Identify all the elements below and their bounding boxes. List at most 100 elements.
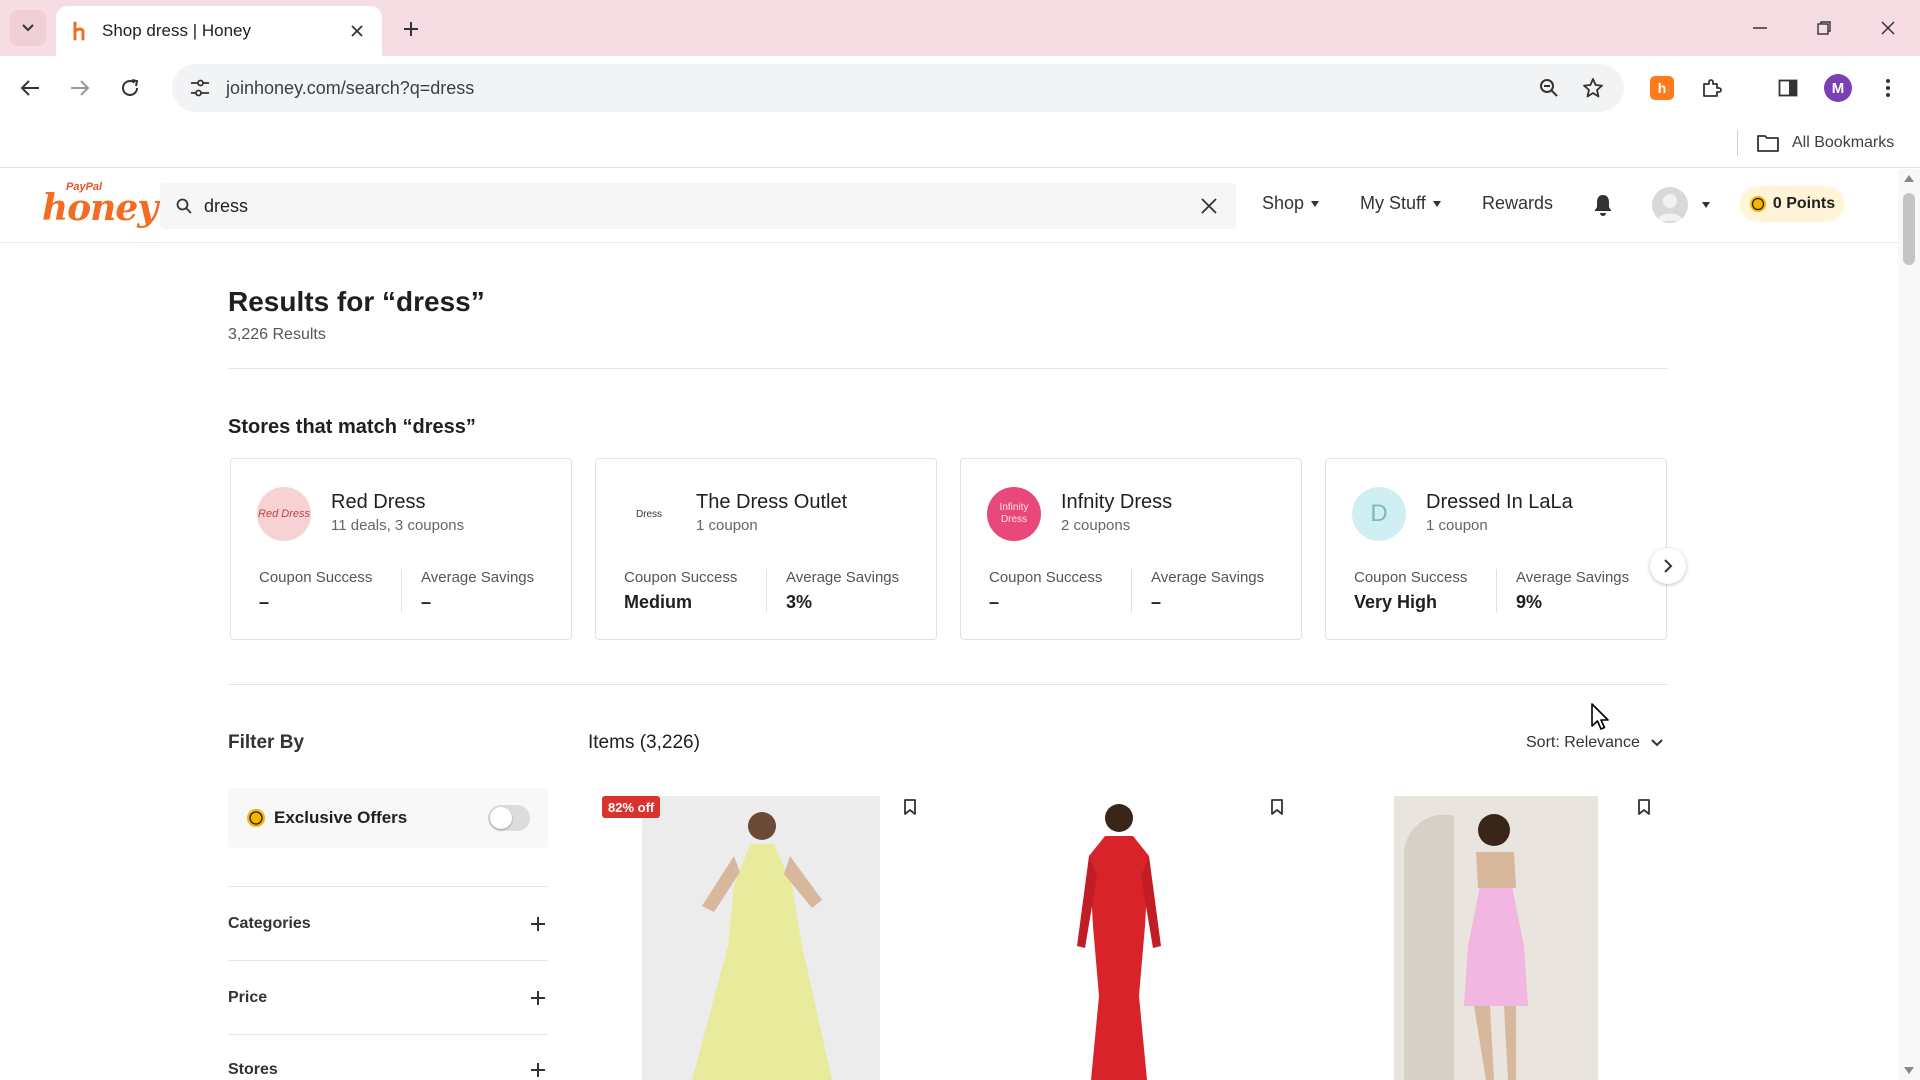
reload-button[interactable]	[112, 70, 148, 106]
average-savings-label: Average Savings	[1151, 569, 1265, 586]
filter-by-title: Filter By	[228, 732, 305, 753]
restore-button[interactable]	[1802, 10, 1846, 46]
results-count: 3,226 Results	[228, 326, 326, 343]
chevron-right-icon	[1664, 559, 1673, 573]
store-card-dressed-in-lala[interactable]: D Dressed In LaLa 1 coupon Coupon Succes…	[1325, 458, 1667, 640]
store-deals: 11 deals, 3 coupons	[331, 517, 465, 534]
plus-icon[interactable]	[528, 988, 548, 1008]
stat-separator	[766, 569, 767, 613]
side-panel-button[interactable]	[1770, 70, 1806, 106]
average-savings-stat: Average Savings –	[1151, 569, 1264, 613]
minimize-icon	[1753, 27, 1767, 29]
search-icon	[174, 196, 194, 216]
scroll-up-icon[interactable]	[1904, 175, 1914, 182]
average-savings-stat: Average Savings –	[421, 569, 534, 613]
plus-icon[interactable]	[528, 914, 548, 934]
store-logo: Infinity Dress	[987, 487, 1041, 541]
store-card-infinity-dress[interactable]: Infinity Dress Infnity Dress 2 coupons C…	[960, 458, 1302, 640]
facet-price[interactable]: Price	[228, 978, 548, 1018]
zoom-icon[interactable]	[1534, 73, 1564, 103]
facet-stores[interactable]: Stores	[228, 1050, 548, 1080]
avatar-caret-down-icon[interactable]	[1702, 202, 1710, 208]
side-panel-icon	[1778, 79, 1798, 97]
store-card-red-dress[interactable]: Red Dress Red Dress 11 deals, 3 coupons …	[230, 458, 572, 640]
site-header: PayPal honey dress Shop My Stuff Rewards…	[0, 169, 1898, 243]
scrollbar-thumb[interactable]	[1903, 193, 1915, 265]
minimize-button[interactable]	[1738, 10, 1782, 46]
facet-categories[interactable]: Categories	[228, 904, 548, 944]
close-window-button[interactable]	[1866, 10, 1910, 46]
nav-my-stuff[interactable]: My Stuff	[1360, 193, 1441, 214]
back-button[interactable]	[12, 70, 48, 106]
facet-separator	[228, 1034, 548, 1035]
bookmark-star-icon[interactable]	[1578, 73, 1608, 103]
tab-close-icon[interactable]	[346, 20, 368, 42]
profile-button[interactable]: M	[1820, 70, 1856, 106]
store-logo: Dress	[622, 487, 676, 541]
notifications-bell-icon[interactable]	[1590, 191, 1616, 219]
bookmarks-separator	[1737, 130, 1738, 156]
average-savings-stat: Average Savings 9%	[1516, 569, 1629, 613]
mouse-cursor-icon	[1591, 703, 1609, 730]
scroll-down-icon[interactable]	[1904, 1067, 1914, 1074]
product-card[interactable]	[1322, 796, 1662, 1080]
items-title: Items (3,226)	[588, 732, 700, 753]
search-input[interactable]: dress	[204, 196, 1196, 217]
restore-icon	[1817, 21, 1831, 35]
address-bar[interactable]: joinhoney.com/search?q=dress	[172, 64, 1624, 112]
product-card[interactable]	[955, 796, 1295, 1080]
site-search-bar[interactable]: dress	[160, 183, 1236, 229]
logo-honey-text: honey	[42, 187, 158, 229]
all-bookmarks-label: All Bookmarks	[1792, 134, 1895, 151]
chevron-down-icon	[1650, 736, 1664, 750]
stores-carousel-next-button[interactable]	[1650, 548, 1686, 584]
stat-separator	[1131, 569, 1132, 613]
product-image[interactable]	[1015, 796, 1225, 1080]
new-tab-button[interactable]	[396, 14, 426, 44]
save-bookmark-icon[interactable]	[1267, 796, 1287, 818]
store-name: The Dress Outlet	[696, 491, 848, 513]
extensions-button[interactable]	[1694, 70, 1730, 106]
honey-favicon-icon	[70, 21, 90, 41]
browser-menu-button[interactable]	[1870, 70, 1906, 106]
arrow-left-icon	[20, 80, 39, 96]
coupon-success-stat: Coupon Success Medium	[624, 569, 737, 613]
save-bookmark-icon[interactable]	[1634, 796, 1654, 818]
product-card[interactable]: 82% off	[588, 796, 928, 1080]
sort-dropdown[interactable]: Sort: Relevance	[1526, 734, 1664, 752]
coupon-success-stat: Coupon Success –	[259, 569, 372, 613]
coupon-success-value: –	[259, 592, 270, 612]
points-badge[interactable]: 0 Points	[1740, 186, 1844, 222]
nav-rewards[interactable]: Rewards	[1482, 193, 1553, 214]
results-title: Results for “dress”	[228, 286, 485, 317]
facet-label: Price	[228, 989, 268, 1006]
coupon-success-value: Medium	[624, 592, 693, 612]
section-divider	[228, 684, 1668, 685]
toggle-knob	[490, 807, 512, 829]
product-image[interactable]	[642, 796, 880, 1080]
facet-label: Categories	[228, 915, 311, 932]
product-image[interactable]	[1394, 796, 1598, 1080]
coupon-success-value: Very High	[1354, 592, 1438, 612]
save-bookmark-icon[interactable]	[900, 796, 920, 818]
exclusive-offers-toggle[interactable]	[488, 805, 530, 831]
discount-badge: 82% off	[602, 796, 661, 818]
all-bookmarks-button[interactable]: All Bookmarks	[1756, 128, 1894, 158]
plus-icon[interactable]	[528, 1060, 548, 1080]
stat-separator	[1496, 569, 1497, 613]
store-card-the-dress-outlet[interactable]: Dress The Dress Outlet 1 coupon Coupon S…	[595, 458, 937, 640]
clear-search-icon[interactable]	[1196, 193, 1222, 219]
forward-button[interactable]	[62, 70, 98, 106]
honey-extension-button[interactable]: h	[1644, 70, 1680, 106]
nav-shop[interactable]: Shop	[1262, 193, 1320, 214]
honey-logo[interactable]: PayPal honey	[42, 181, 158, 229]
site-info-icon[interactable]	[188, 76, 212, 100]
honey-extension-icon: h	[1650, 76, 1674, 100]
stat-separator	[401, 569, 402, 613]
user-avatar[interactable]	[1652, 187, 1688, 223]
page-scrollbar[interactable]	[1898, 169, 1920, 1080]
tab-search-button[interactable]	[10, 10, 46, 46]
browser-toolbar: joinhoney.com/search?q=dress h M	[0, 56, 1920, 120]
browser-tab-active[interactable]: Shop dress | Honey	[56, 6, 382, 56]
average-savings-value: –	[421, 592, 432, 612]
